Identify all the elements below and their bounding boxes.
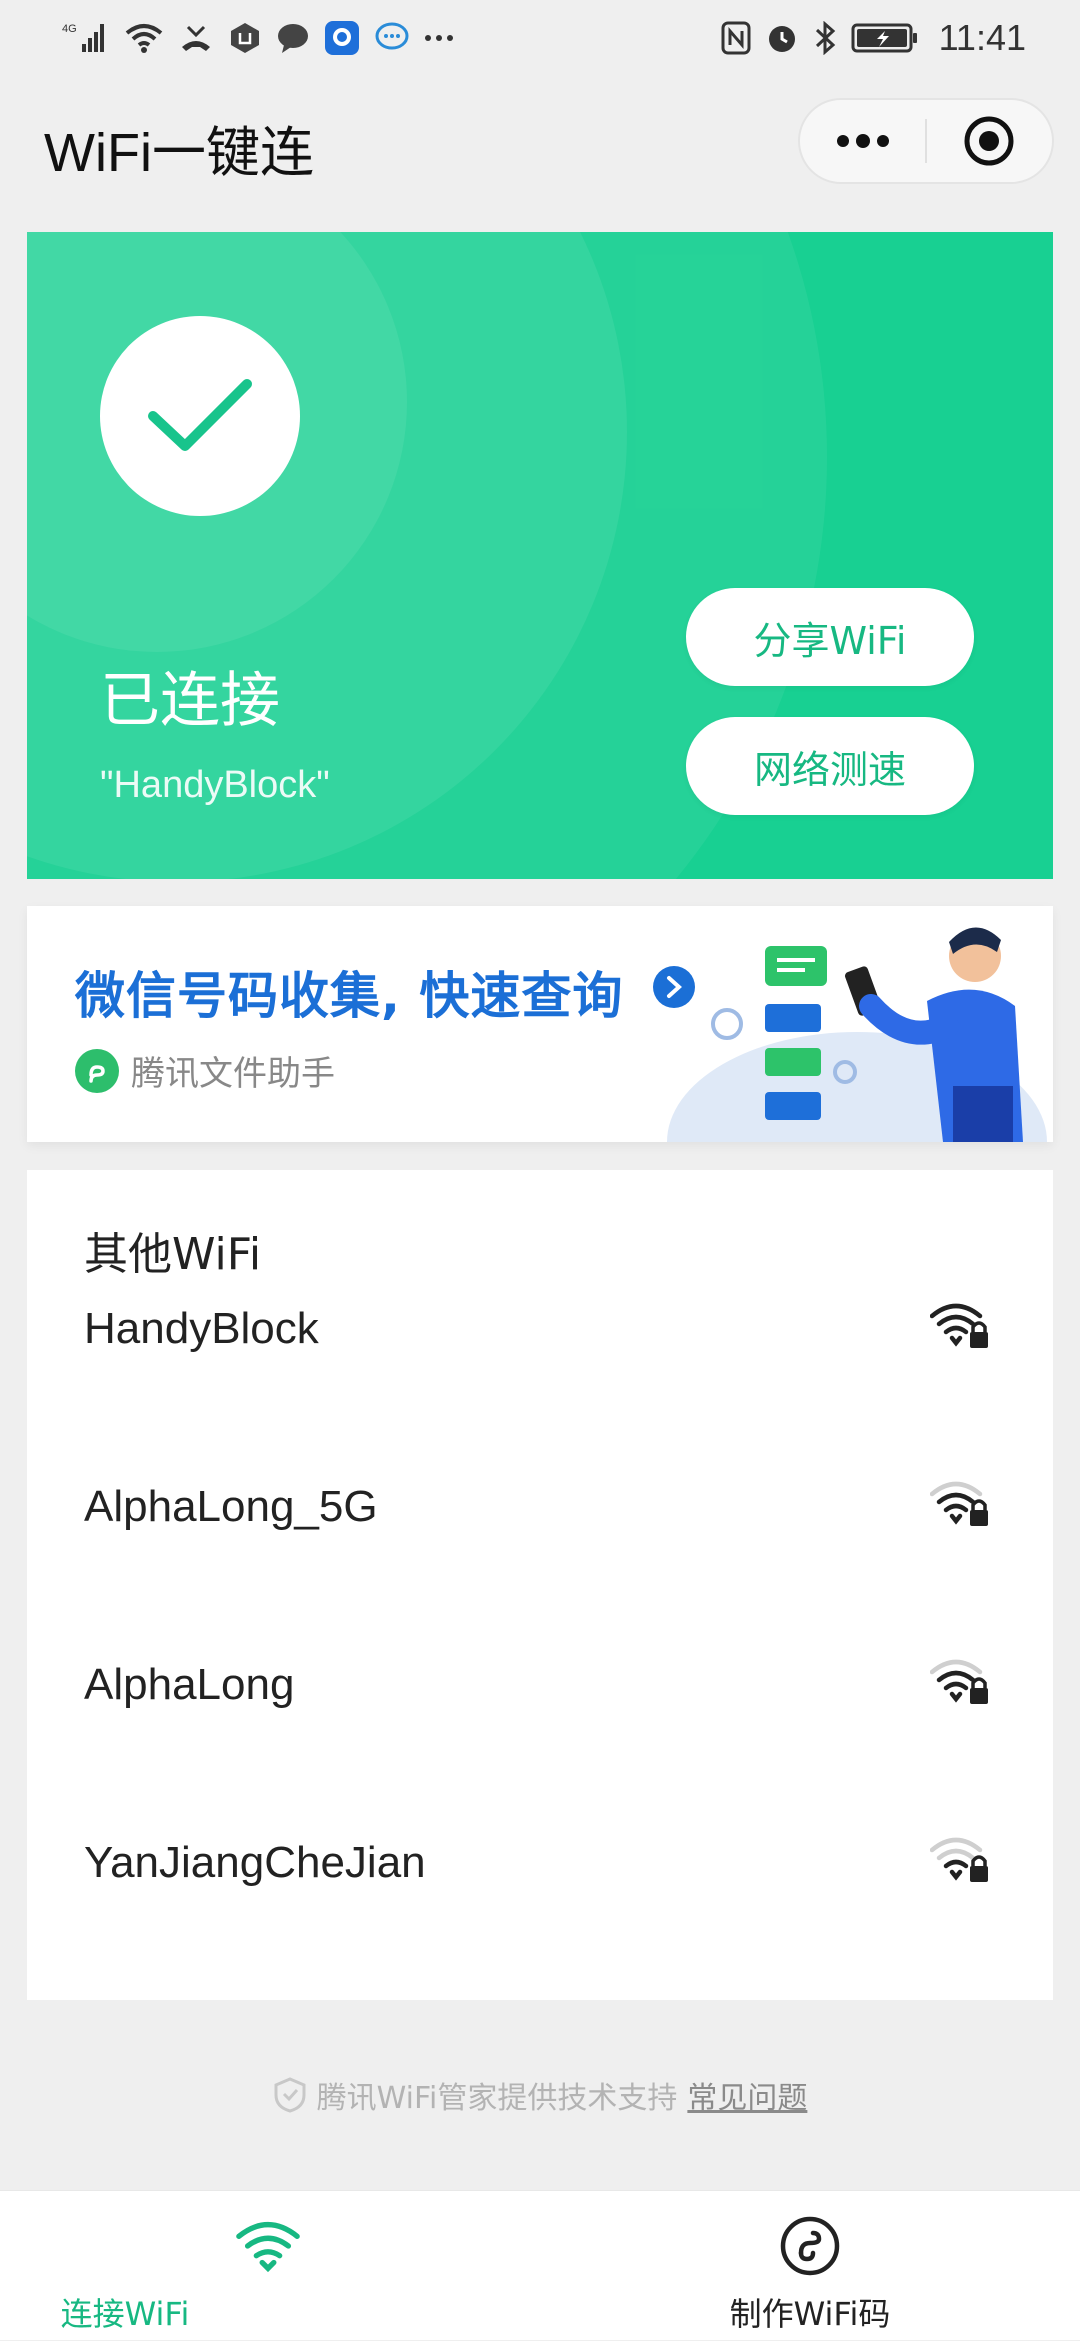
wifi-list-item[interactable]: YanJiangCheJian — [27, 1788, 1053, 1928]
footer: 腾讯WiFi管家提供技术支持 常见问题 — [0, 2070, 1080, 2120]
ad-banner[interactable]: 微信号码收集, 快速查询 腾讯文件助手 — [27, 906, 1053, 1142]
mini-program-logo-icon — [75, 1048, 119, 1093]
network-type: 4G — [62, 23, 77, 35]
more-dots-icon — [836, 134, 889, 148]
check-icon — [148, 379, 252, 451]
signal-icon: 4G — [62, 20, 110, 56]
wifi-lock-icon — [930, 1481, 988, 1526]
tab-make-wifi-code[interactable]: 制作WiFi码 — [540, 2191, 1080, 2341]
connection-card: 已连接 "HandyBlock" 分享WiFi 网络测速 — [27, 232, 1053, 879]
close-mini-program-button[interactable] — [927, 100, 1052, 182]
wifi-icon — [124, 21, 164, 55]
wifi-lock-icon — [930, 1303, 988, 1348]
wifi-list-item[interactable]: AlphaLong — [27, 1610, 1053, 1750]
wifi-lock-icon — [930, 1837, 988, 1882]
shield-icon — [228, 21, 262, 55]
ad-title: 微信号码收集, 快速查询 — [75, 967, 624, 1025]
wifi-name: YanJiangCheJian — [84, 1838, 426, 1887]
wifi-list-item[interactable]: AlphaLong_5G — [27, 1432, 1053, 1572]
bluetooth-icon — [813, 20, 837, 55]
ad-source: 腾讯文件助手 — [75, 1046, 335, 1095]
missed-call-icon — [178, 21, 214, 55]
mini-program-capsule — [798, 98, 1054, 184]
tab-connect-wifi[interactable]: 连接WiFi — [0, 2191, 540, 2341]
app-icon — [324, 20, 360, 56]
alarm-icon — [765, 21, 799, 55]
connected-ssid: "HandyBlock" — [100, 764, 330, 806]
status-time: 11:41 — [938, 16, 1026, 58]
nfc-icon — [721, 21, 751, 55]
link-icon — [777, 2215, 843, 2277]
wifi-name: AlphaLong — [84, 1660, 295, 1709]
connected-check-badge — [100, 316, 300, 516]
target-icon — [964, 116, 1014, 166]
wifi-name: AlphaLong_5G — [84, 1482, 378, 1531]
tab-label: 连接WiFi — [60, 2295, 190, 2333]
more-button[interactable] — [800, 100, 925, 182]
wifi-icon — [235, 2215, 301, 2277]
status-bar-left: 4G — [62, 20, 454, 56]
wifi-list-item[interactable]: HandyBlock — [27, 1254, 1053, 1394]
more-icon — [424, 33, 454, 43]
chat-icon — [374, 21, 410, 55]
connection-status: 已连接 — [100, 666, 280, 736]
page-title: WiFi一键连 — [44, 123, 314, 183]
footer-support-text: 腾讯WiFi管家提供技术支持 — [316, 2081, 678, 2116]
status-bar-right: 11:41 — [721, 17, 1026, 59]
shield-icon — [274, 2077, 306, 2113]
ad-illustration — [667, 927, 1047, 1142]
ad-source-label: 腾讯文件助手 — [131, 1054, 335, 1094]
faq-link[interactable]: 常见问题 — [687, 2073, 807, 2117]
speed-test-button[interactable]: 网络测速 — [686, 717, 974, 815]
battery-icon — [851, 22, 919, 54]
other-wifi-list: 其他WiFi HandyBlock AlphaLong_5G AlphaLong — [27, 1170, 1053, 2000]
tab-label: 制作WiFi码 — [729, 2295, 891, 2333]
wifi-name: HandyBlock — [84, 1304, 319, 1353]
status-bar: 4G 11:41 — [0, 0, 1080, 75]
share-wifi-button[interactable]: 分享WiFi — [686, 588, 974, 686]
message-icon — [276, 21, 310, 55]
wifi-lock-icon — [930, 1659, 988, 1704]
tab-bar: 连接WiFi 制作WiFi码 — [0, 2190, 1080, 2340]
title-bar: WiFi一键连 — [0, 80, 1080, 200]
